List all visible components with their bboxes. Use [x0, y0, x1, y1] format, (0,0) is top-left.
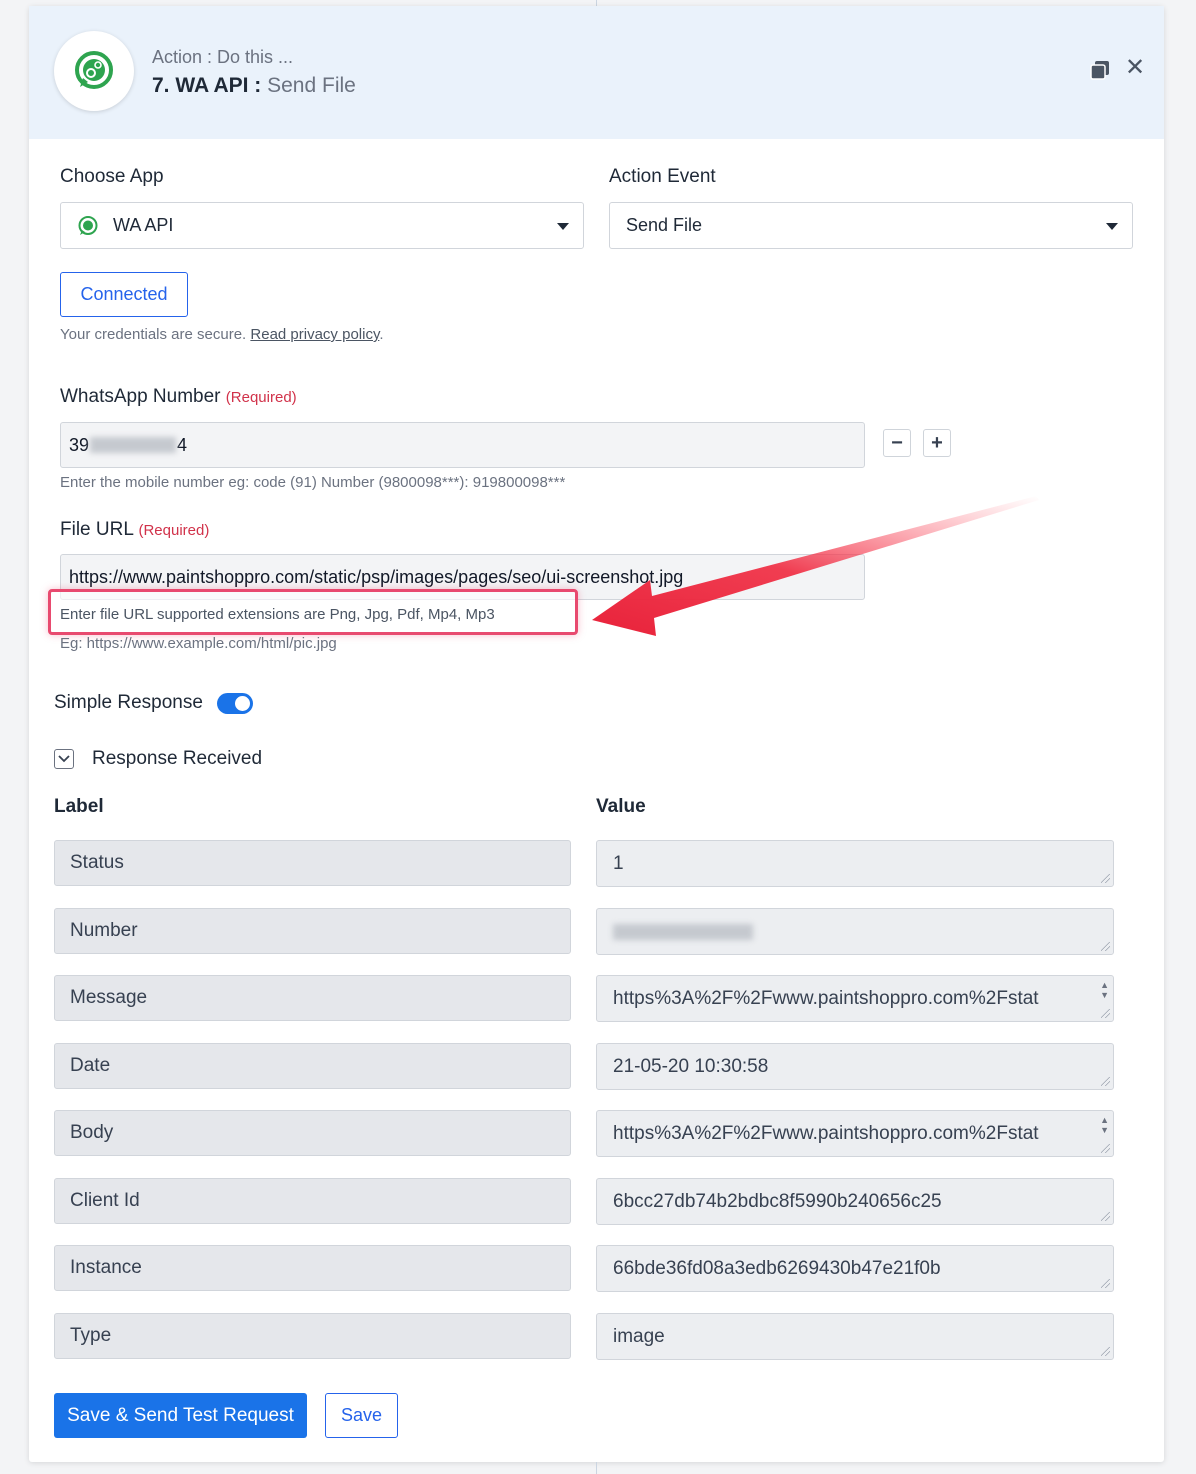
response-label-type: Type: [54, 1313, 571, 1359]
response-label-body: Body: [54, 1110, 571, 1156]
step-event-name: Send File: [267, 74, 356, 97]
whatsapp-number-input[interactable]: 39 4: [60, 422, 865, 468]
response-value-text: https%3A%2F%2Fwww.paintshoppro.com%2Fsta…: [613, 987, 1039, 1009]
chevron-down-icon: [1106, 223, 1118, 230]
chevron-down-icon: [58, 755, 70, 763]
response-value-text: 1: [613, 852, 624, 874]
step-subtitle: Action : Do this ...: [152, 47, 294, 67]
save-button[interactable]: Save: [325, 1393, 398, 1438]
file-url-example: Eg: https://www.example.com/html/pic.jpg: [60, 635, 337, 652]
credentials-note: Your credentials are secure. Read privac…: [60, 326, 384, 343]
response-value-body[interactable]: https%3A%2F%2Fwww.paintshoppro.com%2Fsta…: [596, 1110, 1114, 1157]
resize-handle-icon[interactable]: [1101, 874, 1110, 883]
response-label-status: Status: [54, 840, 571, 886]
file-url-label-text: File URL: [60, 519, 134, 540]
whatsapp-number-suffix: 4: [177, 434, 188, 455]
scroll-arrows-icon[interactable]: ▲ ▼: [1100, 980, 1109, 1000]
wa-api-small-icon: [78, 215, 98, 235]
action-event-select[interactable]: Send File: [609, 202, 1133, 249]
response-label-number: Number: [54, 908, 571, 954]
whatsapp-number-label: WhatsApp Number (Required): [60, 386, 297, 408]
chevron-down-icon: [557, 223, 569, 230]
choose-app-select[interactable]: WA API: [60, 202, 584, 249]
resize-handle-icon[interactable]: [1101, 942, 1110, 951]
remove-number-button[interactable]: −: [883, 429, 911, 457]
response-label-message: Message: [54, 975, 571, 1021]
resize-handle-icon[interactable]: [1101, 1009, 1110, 1018]
label-column-header: Label: [54, 796, 104, 817]
scroll-arrows-icon[interactable]: ▲ ▼: [1100, 1115, 1109, 1135]
annotation-arrow-icon: [592, 496, 1039, 636]
choose-app-label: Choose App: [60, 166, 164, 187]
response-label-instance: Instance: [54, 1245, 571, 1291]
response-value-client-id[interactable]: 6bcc27db74b2bdbc8f5990b240656c25: [596, 1178, 1114, 1225]
response-value-text: image: [613, 1325, 665, 1347]
file-url-label: File URL (Required): [60, 519, 209, 541]
whatsapp-number-help: Enter the mobile number eg: code (91) Nu…: [60, 474, 566, 491]
copy-icon[interactable]: [1090, 60, 1110, 80]
connected-button[interactable]: Connected: [60, 272, 188, 317]
close-icon[interactable]: ✕: [1125, 56, 1145, 80]
whatsapp-number-prefix: 39: [69, 434, 90, 455]
privacy-policy-link[interactable]: Read privacy policy: [250, 326, 379, 343]
response-value-date[interactable]: 21-05-20 10:30:58: [596, 1043, 1114, 1090]
required-marker: (Required): [225, 389, 297, 406]
simple-response-label: Simple Response: [54, 692, 203, 713]
action-event-value: Send File: [626, 215, 703, 235]
response-value-type[interactable]: image: [596, 1313, 1114, 1360]
app-logo: [54, 31, 134, 111]
flow-connector-bottom: [596, 1462, 597, 1474]
save-send-test-button[interactable]: Save & Send Test Request: [54, 1393, 307, 1438]
credentials-secure-text: Your credentials are secure.: [60, 326, 251, 343]
response-value-text: 6bcc27db74b2bdbc8f5990b240656c25: [613, 1190, 942, 1212]
response-received-title: Response Received: [92, 748, 263, 769]
step-title: 7. WA API : Send File: [152, 74, 356, 98]
collapse-toggle[interactable]: [54, 749, 74, 769]
add-number-button[interactable]: +: [923, 429, 951, 457]
step-app-name: 7. WA API :: [152, 74, 268, 97]
whatsapp-number-label-text: WhatsApp Number: [60, 386, 221, 407]
action-event-label: Action Event: [609, 166, 716, 187]
response-label-client-id: Client Id: [54, 1178, 571, 1224]
resize-handle-icon[interactable]: [1101, 1347, 1110, 1356]
period: .: [379, 326, 384, 343]
wa-api-logo-icon: [75, 51, 113, 89]
redacted-number: [613, 923, 753, 940]
resize-handle-icon[interactable]: [1101, 1212, 1110, 1221]
response-value-text: 66bde36fd08a3edb6269430b47e21f0b: [613, 1257, 941, 1279]
redacted-digits: [90, 437, 177, 453]
response-value-instance[interactable]: 66bde36fd08a3edb6269430b47e21f0b: [596, 1245, 1114, 1292]
response-value-number[interactable]: [596, 908, 1114, 955]
value-column-header: Value: [596, 796, 646, 817]
response-value-text: 21-05-20 10:30:58: [613, 1055, 769, 1077]
resize-handle-icon[interactable]: [1101, 1077, 1110, 1086]
step-header: Action : Do this ... 7. WA API : Send Fi…: [29, 6, 1164, 139]
resize-handle-icon[interactable]: [1101, 1279, 1110, 1288]
action-step-card: Action : Do this ... 7. WA API : Send Fi…: [29, 6, 1164, 1462]
resize-handle-icon[interactable]: [1101, 1144, 1110, 1153]
response-value-text: https%3A%2F%2Fwww.paintshoppro.com%2Fsta…: [613, 1122, 1039, 1144]
choose-app-value: WA API: [113, 215, 174, 235]
file-url-help: Enter file URL supported extensions are …: [60, 606, 495, 623]
response-value-status[interactable]: 1: [596, 840, 1114, 887]
response-label-date: Date: [54, 1043, 571, 1089]
required-marker: (Required): [138, 522, 210, 539]
simple-response-toggle[interactable]: [217, 693, 253, 714]
response-value-message[interactable]: https%3A%2F%2Fwww.paintshoppro.com%2Fsta…: [596, 975, 1114, 1022]
